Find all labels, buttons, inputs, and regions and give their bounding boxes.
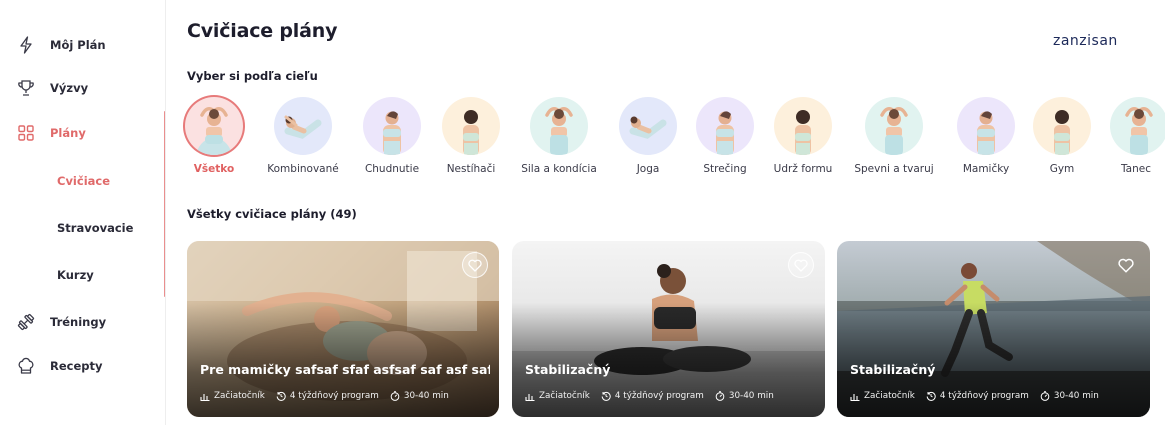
category-label: Sila a kondícia	[521, 163, 597, 175]
category-sila-a-kondicia[interactable]: Sila a kondícia	[519, 97, 599, 181]
level-bars-icon	[850, 394, 860, 401]
favorite-heart-icon[interactable]	[1113, 252, 1139, 278]
duration-label: 4 týždňový program	[614, 391, 704, 401]
plans-section-title: Všetky cvičiace plány (49)	[187, 207, 357, 221]
category-vsetko[interactable]: Všetko	[174, 97, 254, 181]
category-label: Tanec	[1121, 163, 1151, 175]
category-label: Gym	[1049, 163, 1075, 175]
category-udrz-formu[interactable]: Udrž formu	[763, 97, 843, 181]
time-info: 30-40 min	[1040, 391, 1099, 401]
brand-logo[interactable]: zanzisan	[1053, 33, 1118, 49]
dumbbell-icon	[16, 312, 36, 332]
favorite-heart-icon[interactable]	[788, 252, 814, 278]
plan-card-title: Pre mamičky safsaf sfaf asfsaf saf asf s…	[200, 362, 490, 377]
sidebar-item-vyzvy[interactable]: Výzvy	[0, 68, 165, 108]
category-label: Nestíhači	[446, 163, 496, 175]
category-gym[interactable]: Gym	[1022, 97, 1102, 181]
sidebar-subitem-kurzy[interactable]: Kurzy	[57, 268, 94, 282]
category-label: Spevni a tvaruj	[854, 163, 934, 175]
category-image	[274, 97, 332, 155]
stopwatch-icon	[1040, 391, 1050, 401]
category-label: Udrž formu	[773, 163, 833, 175]
sidebar-item-label: Tréningy	[50, 315, 107, 329]
page-title: Cvičiace plány	[187, 20, 338, 42]
time-label: 30-40 min	[1053, 391, 1099, 401]
duration-label: 4 týždňový program	[289, 391, 379, 401]
history-icon	[926, 391, 936, 401]
level-bars-icon	[200, 394, 210, 401]
plan-card[interactable]: Stabilizačný Začiatočník 4 týždňový prog…	[512, 241, 825, 417]
category-chudnutie[interactable]: Chudnutie	[352, 97, 432, 181]
category-spevni-a-tvaruj[interactable]: Spevni a tvaruj	[854, 97, 934, 181]
sidebar: Môj Plán Výzvy Plány Cvičiace Stravovaci…	[0, 0, 166, 425]
category-image	[696, 97, 754, 155]
time-info: 30-40 min	[390, 391, 449, 401]
sidebar-item-moj-plan[interactable]: Môj Plán	[0, 25, 165, 65]
plan-card-title: Stabilizačný	[525, 362, 611, 377]
category-image	[619, 97, 677, 155]
category-image	[774, 97, 832, 155]
chef-hat-icon	[16, 356, 36, 376]
category-label: Kombinované	[267, 163, 339, 175]
duration-info: 4 týždňový program	[926, 391, 1029, 401]
trophy-icon	[16, 78, 36, 98]
plan-card-title: Stabilizačný	[850, 362, 936, 377]
duration-label: 4 týždňový program	[939, 391, 1029, 401]
favorite-heart-icon[interactable]	[462, 252, 488, 278]
category-label: Všetko	[193, 163, 235, 175]
plan-card-meta: Začiatočník 4 týždňový program 30-40 min	[850, 391, 1110, 401]
history-icon	[601, 391, 611, 401]
category-image	[363, 97, 421, 155]
time-label: 30-40 min	[403, 391, 449, 401]
stopwatch-icon	[715, 391, 725, 401]
duration-info: 4 týždňový program	[276, 391, 379, 401]
sidebar-item-plany[interactable]: Plány	[0, 113, 165, 153]
sidebar-item-label: Výzvy	[50, 81, 89, 95]
plan-card[interactable]: Pre mamičky safsaf sfaf asfsaf saf asf s…	[187, 241, 499, 417]
category-image	[865, 97, 923, 155]
category-image	[185, 97, 243, 155]
level-label: Začiatočník	[539, 391, 590, 401]
sidebar-item-label: Môj Plán	[50, 38, 106, 52]
level-info: Začiatočník	[525, 391, 590, 401]
category-nestihaci[interactable]: Nestíhači	[431, 97, 511, 181]
history-icon	[276, 391, 286, 401]
plan-card[interactable]: Stabilizačný Začiatočník 4 týždňový prog…	[837, 241, 1150, 417]
plan-card-meta: Začiatočník 4 týždňový program 30-40 min	[200, 391, 460, 401]
stopwatch-icon	[390, 391, 400, 401]
category-image	[1033, 97, 1091, 155]
level-label: Začiatočník	[214, 391, 265, 401]
category-image	[442, 97, 500, 155]
time-info: 30-40 min	[715, 391, 774, 401]
sidebar-item-label: Recepty	[50, 359, 103, 373]
sidebar-item-recepty[interactable]: Recepty	[0, 346, 165, 386]
level-label: Začiatočník	[864, 391, 915, 401]
sidebar-item-label: Plány	[50, 126, 86, 140]
duration-info: 4 týždňový program	[601, 391, 704, 401]
category-kombinovane[interactable]: Kombinované	[263, 97, 343, 181]
level-info: Začiatočník	[850, 391, 915, 401]
level-info: Začiatočník	[200, 391, 265, 401]
level-bars-icon	[525, 394, 535, 401]
goals-section-title: Vyber si podľa cieľu	[187, 69, 318, 83]
category-image	[1110, 97, 1165, 155]
time-label: 30-40 min	[728, 391, 774, 401]
sidebar-subitem-stravovacie[interactable]: Stravovacie	[57, 221, 133, 235]
sidebar-subitem-cviciace[interactable]: Cvičiace	[57, 174, 110, 188]
plan-card-meta: Začiatočník 4 týždňový program 30-40 min	[525, 391, 785, 401]
sidebar-item-treningy[interactable]: Tréningy	[0, 302, 165, 342]
active-section-indicator	[164, 111, 166, 297]
lightning-icon	[16, 35, 36, 55]
grid-icon	[16, 123, 36, 143]
category-tanec[interactable]: Tanec	[1098, 97, 1165, 181]
category-image	[957, 97, 1015, 155]
category-image	[530, 97, 588, 155]
